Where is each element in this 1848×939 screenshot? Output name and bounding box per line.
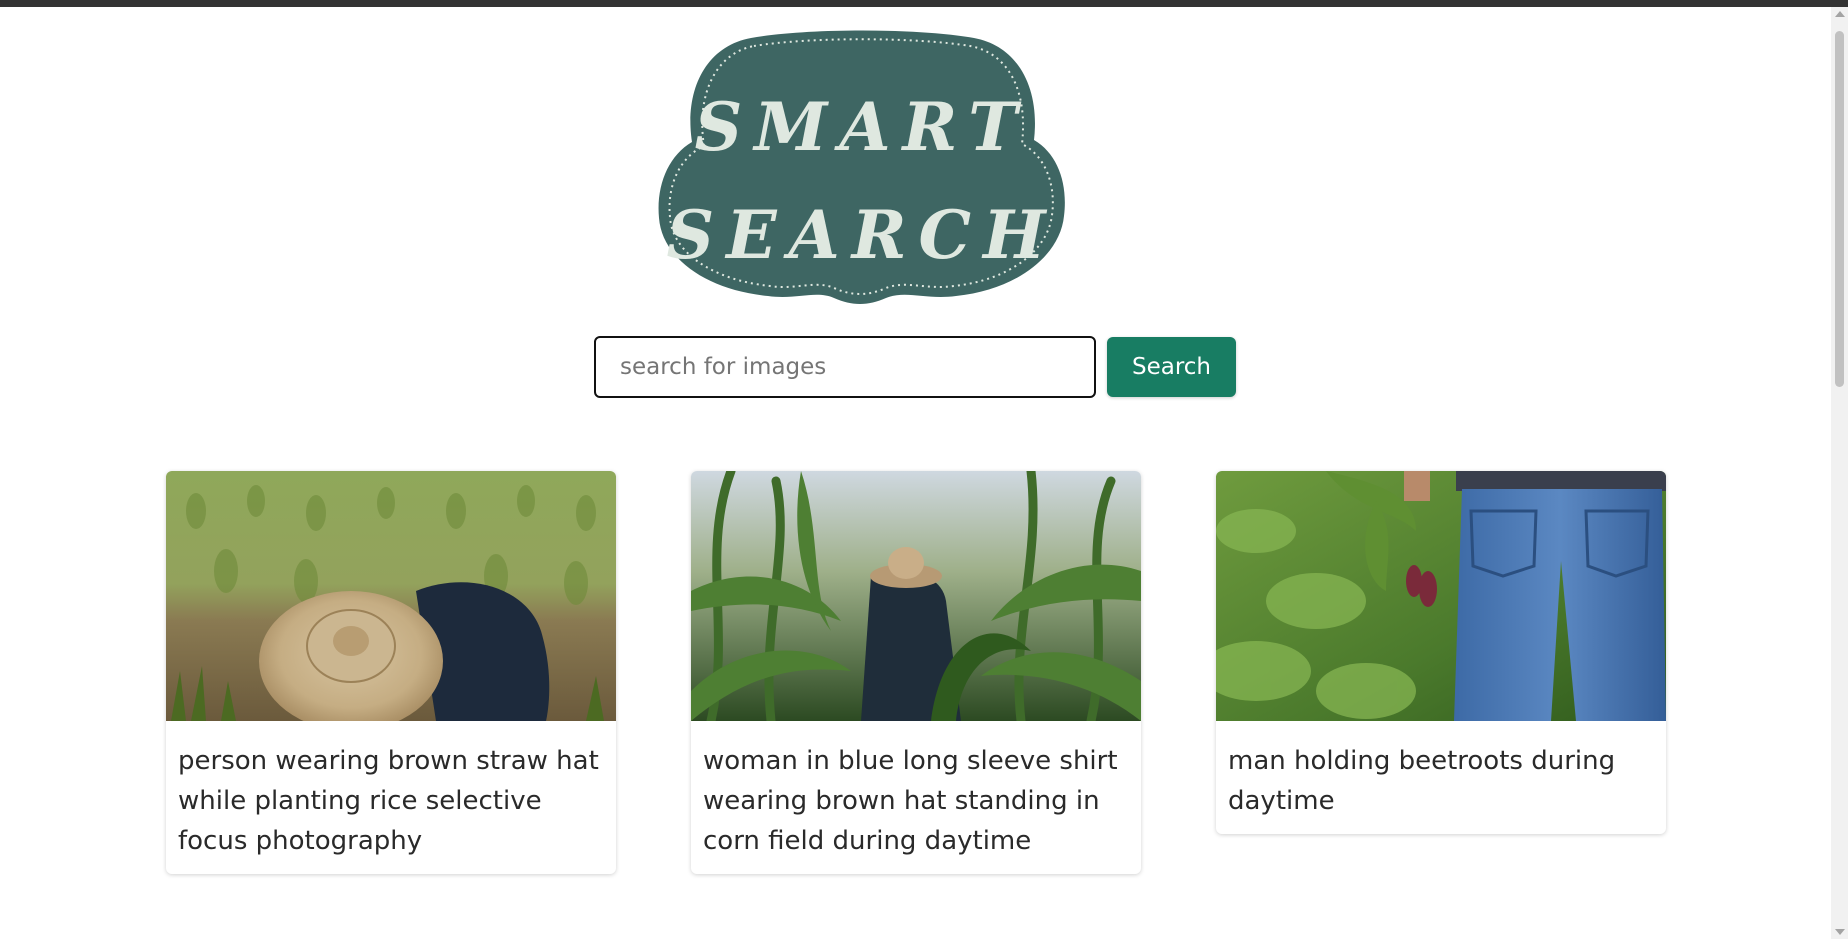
browser-top-bar [0,0,1848,7]
result-caption: woman in blue long sleeve shirt wearing … [703,746,1118,856]
result-image-straw-hat-farmer[interactable] [166,471,616,721]
logo-line-2: SEARCH [667,196,1058,274]
result-image-corn-field[interactable] [691,471,1141,721]
scroll-down-icon[interactable] [1835,929,1845,935]
result-card[interactable]: woman in blue long sleeve shirt wearing … [691,471,1141,874]
search-button[interactable]: Search [1107,337,1236,397]
result-caption: person wearing brown straw hat while pla… [178,746,599,856]
result-card[interactable]: man holding beetroots during daytime [1216,471,1666,834]
result-image-beetroots[interactable] [1216,471,1666,721]
search-input[interactable] [594,336,1096,398]
result-caption: man holding beetroots during daytime [1228,746,1616,816]
result-card[interactable]: person wearing brown straw hat while pla… [166,471,616,874]
search-bar: Search [594,336,1236,398]
smart-search-logo: SMART SEARCH [656,28,1068,306]
vertical-scrollbar[interactable] [1831,7,1848,939]
scroll-thumb[interactable] [1835,31,1844,387]
logo-line-1: SMART [695,88,1030,166]
scroll-up-icon[interactable] [1835,11,1845,17]
